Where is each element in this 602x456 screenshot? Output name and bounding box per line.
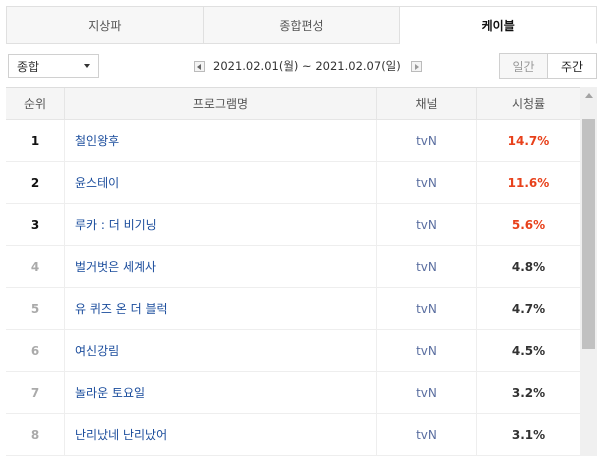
channel-link[interactable]: tvN [376, 246, 476, 287]
category-select[interactable]: 종합 [8, 54, 99, 78]
table-row: 5 유 퀴즈 온 더 블럭 tvN 4.7% [6, 288, 580, 330]
table-row: 1 철인왕후 tvN 14.7% [6, 120, 580, 162]
rank-number: 6 [30, 343, 40, 358]
rating-value: 4.8% [476, 246, 580, 287]
rank-number: 8 [30, 427, 40, 442]
rank-number: 3 [30, 217, 40, 232]
rating-value: 3.1% [476, 414, 580, 455]
rank-cell: 6 [6, 330, 64, 371]
channel-link[interactable]: tvN [376, 162, 476, 203]
channel-link[interactable]: tvN [376, 288, 476, 329]
channel-tabs: 지상파 종합편성 케이블 [6, 6, 598, 44]
table-row: 3 루카 : 더 비기닝 tvN 5.6% [6, 204, 580, 246]
rank-cell: 8 [6, 414, 64, 455]
rating-value: 4.5% [476, 330, 580, 371]
channel-link[interactable]: tvN [376, 372, 476, 413]
rank-number: 1 [30, 133, 40, 148]
rank-cell: 2 [6, 162, 64, 203]
rank-number: 5 [30, 301, 40, 316]
header-rating: 시청률 [476, 88, 580, 119]
tab-cable[interactable]: 케이블 [400, 6, 598, 44]
program-title-link[interactable]: 유 퀴즈 온 더 블럭 [64, 288, 376, 329]
program-title-link[interactable]: 루카 : 더 비기닝 [64, 204, 376, 245]
category-select-value: 종합 [17, 59, 40, 74]
rank-cell: 5 [6, 288, 64, 329]
weekly-button[interactable]: 주간 [548, 53, 597, 79]
vertical-scrollbar[interactable] [580, 87, 597, 456]
rating-value: 4.7% [476, 288, 580, 329]
tab-terrestrial[interactable]: 지상파 [6, 6, 204, 44]
program-title-link[interactable]: 난리났네 난리났어 [64, 414, 376, 455]
prev-week-button[interactable] [194, 60, 205, 72]
table-row: 6 여신강림 tvN 4.5% [6, 330, 580, 372]
next-week-button[interactable] [410, 60, 422, 72]
rank-cell: 1 [6, 120, 64, 161]
header-program: 프로그램명 [64, 88, 376, 119]
channel-link[interactable]: tvN [376, 414, 476, 455]
channel-link[interactable]: tvN [376, 330, 476, 371]
program-title-link[interactable]: 놀라운 토요일 [64, 372, 376, 413]
rank-cell: 7 [6, 372, 64, 413]
table-header: 순위 프로그램명 채널 시청률 [6, 88, 580, 120]
rank-cell: 4 [6, 246, 64, 287]
tab-general[interactable]: 종합편성 [203, 6, 401, 44]
scroll-up-icon[interactable] [585, 93, 593, 98]
program-title-link[interactable]: 윤스테이 [64, 162, 376, 203]
header-rank: 순위 [23, 97, 47, 111]
program-title-link[interactable]: 여신강림 [64, 330, 376, 371]
date-navigator: 2021.02.01(월) ~ 2021.02.07(일) [194, 57, 422, 75]
date-range: 2021.02.01(월) ~ 2021.02.07(일) [213, 59, 401, 73]
table-row: 7 놀라운 토요일 tvN 3.2% [6, 372, 580, 414]
ratings-table: 순위 프로그램명 채널 시청률 1 철인왕후 tvN 14.7% 2 윤스테이 … [6, 87, 580, 456]
rank-cell: 3 [6, 204, 64, 245]
program-title-link[interactable]: 철인왕후 [64, 120, 376, 161]
rating-value: 3.2% [476, 372, 580, 413]
rating-value: 11.6% [476, 162, 580, 203]
channel-link[interactable]: tvN [376, 120, 476, 161]
controls-bar: 종합 2021.02.01(월) ~ 2021.02.07(일) 일간 주간 [6, 53, 597, 79]
rank-number: 4 [30, 259, 40, 274]
period-toggle: 일간 주간 [499, 53, 597, 79]
chevron-down-icon [84, 64, 90, 68]
table-row: 4 벌거벗은 세계사 tvN 4.8% [6, 246, 580, 288]
rating-value: 5.6% [476, 204, 580, 245]
daily-button[interactable]: 일간 [499, 53, 548, 79]
rating-value: 14.7% [476, 120, 580, 161]
table-row: 8 난리났네 난리났어 tvN 3.1% [6, 414, 580, 456]
header-channel: 채널 [376, 88, 476, 119]
program-title-link[interactable]: 벌거벗은 세계사 [64, 246, 376, 287]
rank-number: 7 [30, 385, 40, 400]
rank-number: 2 [30, 175, 40, 190]
scrollbar-thumb[interactable] [582, 119, 595, 349]
channel-link[interactable]: tvN [376, 204, 476, 245]
table-row: 2 윤스테이 tvN 11.6% [6, 162, 580, 204]
